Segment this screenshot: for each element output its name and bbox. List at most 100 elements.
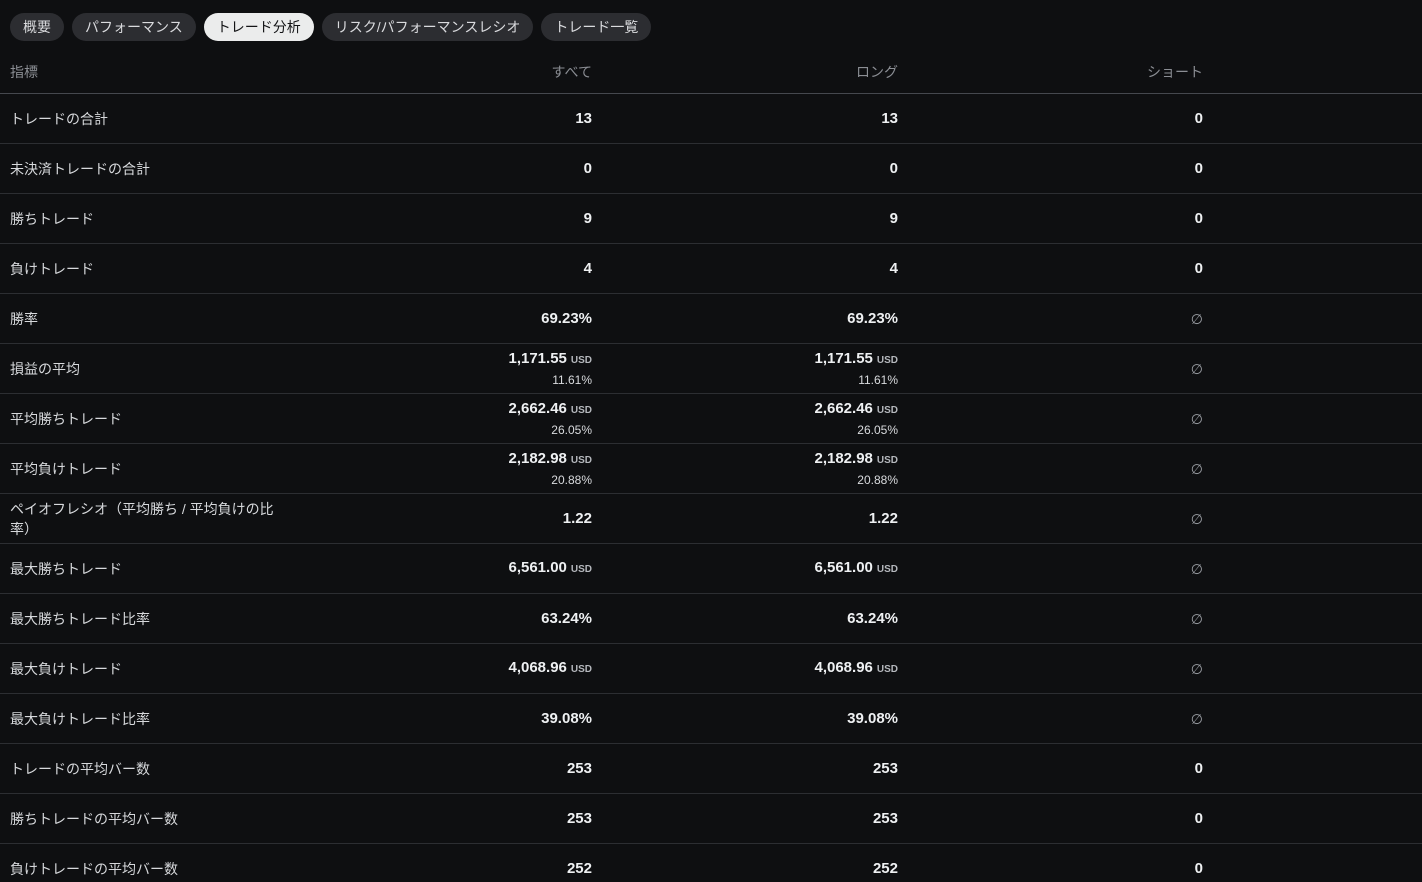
value-text: 2,662.46: [814, 399, 873, 417]
value-text: 9: [889, 209, 898, 227]
column-header-short: ショート: [1147, 63, 1203, 80]
column-header-all: すべて: [551, 63, 592, 80]
currency-suffix: USD: [570, 563, 592, 575]
value-text: 2,182.98: [508, 449, 567, 467]
metric-label: 未決済トレードの合計: [10, 160, 150, 177]
value-cell-all: 4,068.96 USD: [286, 644, 592, 693]
value-percent-sub: 20.88%: [551, 472, 592, 487]
value-cell-long: 0: [592, 144, 898, 193]
value-text: 6,561.00: [508, 558, 567, 576]
currency-suffix: USD: [876, 454, 898, 466]
column-header-metric: 指標: [10, 63, 38, 80]
metric-label: 平均負けトレード: [10, 460, 122, 477]
currency-suffix: USD: [570, 454, 592, 466]
value-text: 0: [1194, 259, 1203, 277]
value-cell-all: 2,182.98 USD 20.88%: [286, 444, 592, 493]
currency-suffix: USD: [570, 404, 592, 416]
table-row: ペイオフレシオ（平均勝ち / 平均負けの比率） 1.22 1.22 ∅: [0, 494, 1422, 544]
value-text: 2,662.46: [508, 399, 567, 417]
value-text: 0: [1194, 859, 1203, 877]
metric-label: 損益の平均: [10, 360, 80, 377]
table-row: 損益の平均 1,171.55 USD 11.61% 1,171.55 USD 11.61% ∅: [0, 344, 1422, 394]
tab-overview[interactable]: 概要: [10, 13, 64, 41]
value-cell-short: 0: [898, 794, 1203, 843]
value-cell-all: 9: [286, 194, 592, 243]
value-percent-sub: 26.05%: [551, 422, 592, 437]
value-text: 4: [583, 259, 592, 277]
value-text: 1.22: [562, 509, 592, 527]
value-text: 39.08%: [541, 709, 592, 727]
value-text: 9: [583, 209, 592, 227]
value-text: 13: [575, 109, 592, 127]
value-text: 0: [583, 159, 592, 177]
value-cell-long: 253: [592, 794, 898, 843]
value-text: 0: [889, 159, 898, 177]
value-text: 253: [872, 759, 898, 777]
value-percent-sub: 20.88%: [857, 472, 898, 487]
value-cell-short: ∅: [898, 444, 1203, 493]
value-text: ∅: [1190, 310, 1203, 327]
metric-label: 負けトレード: [10, 260, 94, 277]
tab-list-of-trades[interactable]: トレード一覧: [541, 13, 652, 41]
table-row: 平均負けトレード 2,182.98 USD 20.88% 2,182.98 USD 20.8…: [0, 444, 1422, 494]
value-cell-long: 1,171.55 USD 11.61%: [592, 344, 898, 393]
value-cell-all: 63.24%: [286, 594, 592, 643]
tab-performance[interactable]: パフォーマンス: [72, 13, 196, 41]
value-cell-all: 39.08%: [286, 694, 592, 743]
value-cell-long: 13: [592, 94, 898, 143]
metric-label: 最大勝ちトレード比率: [10, 610, 150, 627]
value-cell-all: 1,171.55 USD 11.61%: [286, 344, 592, 393]
table-header-row: 指標 すべて ロング ショート: [0, 50, 1422, 94]
table-row: 平均勝ちトレード 2,662.46 USD 26.05% 2,662.46 USD 26.0…: [0, 394, 1422, 444]
tab-trade-analysis[interactable]: トレード分析: [203, 13, 314, 41]
table-row: 最大負けトレード 4,068.96 USD 4,068.96 USD ∅: [0, 644, 1422, 694]
value-text: 253: [566, 809, 592, 827]
value-text: 4,068.96: [814, 658, 873, 676]
table-row: トレードの平均バー数 253 253 0: [0, 744, 1422, 794]
table-row: 最大負けトレード比率 39.08% 39.08% ∅: [0, 694, 1422, 744]
value-text: 63.24%: [541, 609, 592, 627]
value-cell-short: 0: [898, 94, 1203, 143]
value-cell-all: 69.23%: [286, 294, 592, 343]
value-text: ∅: [1190, 560, 1203, 577]
value-cell-short: 0: [898, 744, 1203, 793]
metric-label: トレードの合計: [10, 110, 108, 127]
tab-risk-performance-ratios[interactable]: リスク/パフォーマンスレシオ: [321, 13, 534, 41]
value-percent-sub: 11.61%: [858, 372, 898, 387]
value-text: 4,068.96: [508, 658, 567, 676]
value-text: 4: [889, 259, 898, 277]
value-cell-long: 4,068.96 USD: [592, 644, 898, 693]
currency-suffix: USD: [570, 663, 592, 675]
value-text: 0: [1194, 759, 1203, 777]
value-cell-long: 2,662.46 USD 26.05%: [592, 394, 898, 443]
value-cell-all: 6,561.00 USD: [286, 544, 592, 593]
column-header-long: ロング: [856, 63, 898, 80]
value-text: 0: [1194, 809, 1203, 827]
metric-label: 勝率: [10, 310, 38, 327]
value-cell-short: ∅: [898, 394, 1203, 443]
value-cell-all: 252: [286, 844, 592, 882]
table-body: トレードの合計 13 13 0 未決済トレードの合計 0 0 0 勝ちトレード 9 9 0 負けトレード…: [0, 94, 1422, 882]
table-row: 最大勝ちトレード 6,561.00 USD 6,561.00 USD ∅: [0, 544, 1422, 594]
currency-suffix: USD: [876, 663, 898, 675]
value-cell-short: ∅: [898, 494, 1203, 543]
value-text: 0: [1194, 109, 1203, 127]
value-text: 1,171.55: [508, 349, 567, 367]
value-cell-short: ∅: [898, 694, 1203, 743]
value-text: 63.24%: [847, 609, 898, 627]
value-percent-sub: 26.05%: [857, 422, 898, 437]
value-cell-short: 0: [898, 844, 1203, 882]
metric-label: 平均勝ちトレード: [10, 410, 122, 427]
value-cell-short: ∅: [898, 344, 1203, 393]
value-text: 6,561.00: [814, 558, 873, 576]
table-row: 勝ちトレード 9 9 0: [0, 194, 1422, 244]
value-text: 69.23%: [541, 309, 592, 327]
value-text: ∅: [1190, 710, 1203, 727]
value-cell-long: 6,561.00 USD: [592, 544, 898, 593]
value-cell-short: ∅: [898, 294, 1203, 343]
value-text: ∅: [1190, 610, 1203, 627]
value-cell-all: 0: [286, 144, 592, 193]
value-text: ∅: [1190, 360, 1203, 377]
trade-analysis-table: 指標 すべて ロング ショート トレードの合計 13 13 0 未決済トレードの合計 0 0…: [0, 50, 1422, 882]
value-cell-short: 0: [898, 244, 1203, 293]
